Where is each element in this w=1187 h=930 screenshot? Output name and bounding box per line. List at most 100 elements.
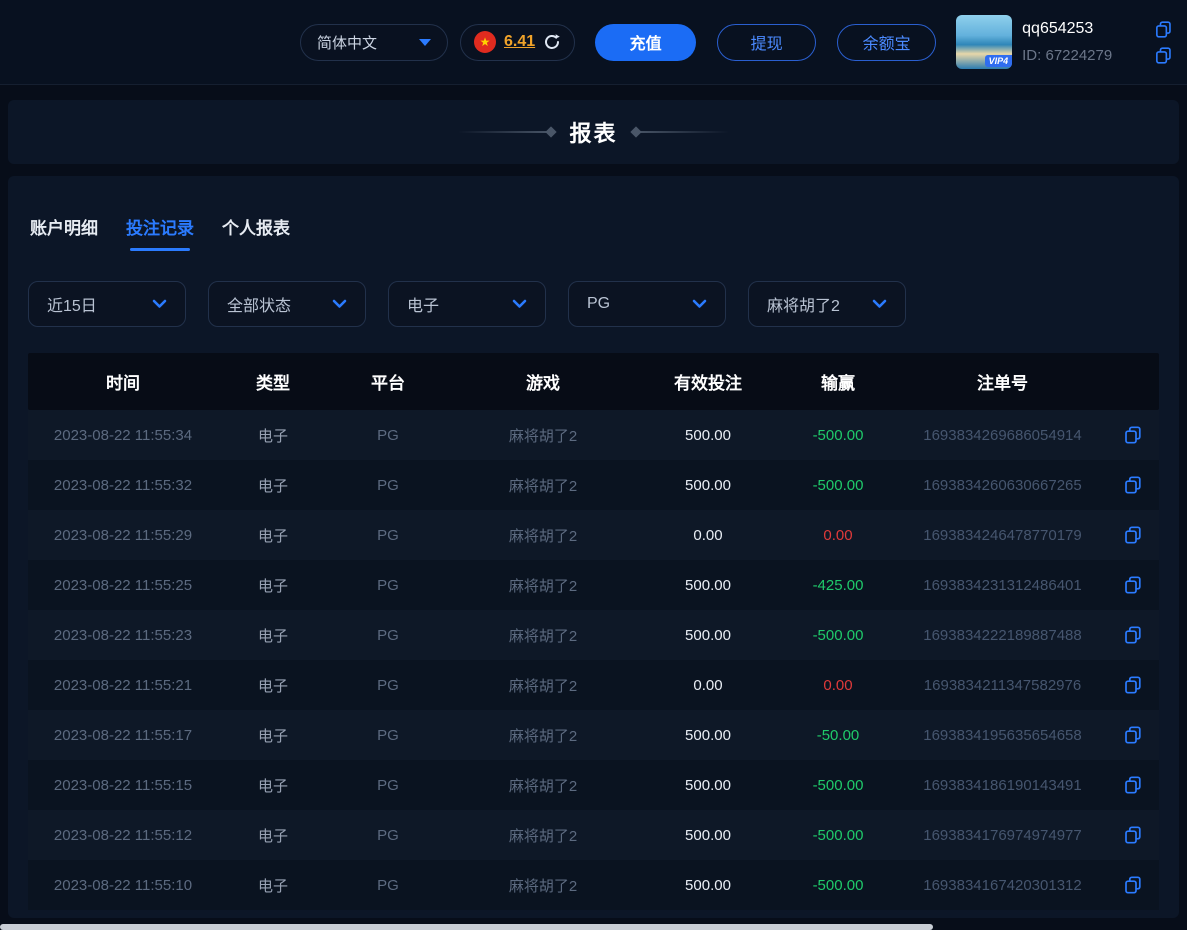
cell-type: 电子 [218, 825, 328, 846]
chevron-down-icon [512, 299, 527, 309]
copy-order-button[interactable] [1107, 475, 1159, 495]
table-row: 2023-08-22 11:55:21 电子 PG 麻将胡了2 0.00 0.0… [28, 660, 1159, 710]
copy-icon [1123, 625, 1143, 645]
tab-bet-records[interactable]: 投注记录 [126, 214, 194, 251]
cell-win-loss: -500.00 [778, 777, 898, 794]
cell-type: 电子 [218, 725, 328, 746]
copy-icon [1154, 20, 1173, 39]
exchange-rate-widget: ★ 6.41 [460, 24, 575, 61]
header-win-loss: 输赢 [778, 369, 898, 394]
table-row: 2023-08-22 11:55:29 电子 PG 麻将胡了2 0.00 0.0… [28, 510, 1159, 560]
language-selector[interactable]: 简体中文 [300, 24, 448, 61]
copy-icon [1123, 575, 1143, 595]
cell-win-loss: 0.00 [778, 677, 898, 694]
table-body: 2023-08-22 11:55:34 电子 PG 麻将胡了2 500.00 -… [28, 410, 1159, 910]
cell-type: 电子 [218, 425, 328, 446]
cell-game: 麻将胡了2 [448, 675, 638, 696]
cell-order-no: 1693834231312486401 [898, 577, 1107, 594]
filter-game[interactable]: 麻将胡了2 [748, 281, 906, 327]
copy-username-button[interactable] [1154, 20, 1173, 39]
copy-order-button[interactable] [1107, 625, 1159, 645]
filter-value: 近15日 [47, 292, 97, 316]
copy-order-button[interactable] [1107, 575, 1159, 595]
cell-game: 麻将胡了2 [448, 725, 638, 746]
china-flag-icon: ★ [474, 31, 496, 53]
cell-platform: PG [328, 727, 448, 744]
table-row: 2023-08-22 11:55:25 电子 PG 麻将胡了2 500.00 -… [28, 560, 1159, 610]
table-row: 2023-08-22 11:55:23 电子 PG 麻将胡了2 500.00 -… [28, 610, 1159, 660]
cell-time: 2023-08-22 11:55:12 [28, 827, 218, 844]
cell-time: 2023-08-22 11:55:29 [28, 527, 218, 544]
copy-icon [1123, 875, 1143, 895]
cell-valid-bet: 500.00 [638, 627, 778, 644]
cell-platform: PG [328, 477, 448, 494]
cell-game: 麻将胡了2 [448, 625, 638, 646]
header-platform: 平台 [328, 369, 448, 394]
filter-date-range[interactable]: 近15日 [28, 281, 186, 327]
yuebao-button[interactable]: 余额宝 [837, 24, 936, 61]
tab-personal-report[interactable]: 个人报表 [222, 214, 290, 251]
copy-icon [1123, 675, 1143, 695]
cell-order-no: 1693834195635654658 [898, 727, 1107, 744]
copy-order-button[interactable] [1107, 825, 1159, 845]
cell-platform: PG [328, 677, 448, 694]
username: qq654253 [1022, 20, 1093, 38]
page-title-panel: 报表 [8, 100, 1179, 164]
copy-icon [1123, 775, 1143, 795]
cell-win-loss: -500.00 [778, 877, 898, 894]
withdraw-button[interactable]: 提现 [717, 24, 816, 61]
tab-bar: 账户明细 投注记录 个人报表 [28, 214, 1159, 251]
table-header: 时间 类型 平台 游戏 有效投注 输赢 注单号 [28, 353, 1159, 410]
tab-account-details[interactable]: 账户明细 [30, 214, 98, 251]
cell-game: 麻将胡了2 [448, 875, 638, 896]
top-bar: 简体中文 ★ 6.41 充值 提现 余额宝 VIP4 qq654253 [0, 0, 1187, 85]
cell-order-no: 1693834269686054914 [898, 427, 1107, 444]
cell-game: 麻将胡了2 [448, 775, 638, 796]
cell-win-loss: 0.00 [778, 527, 898, 544]
copy-icon [1123, 525, 1143, 545]
cell-valid-bet: 500.00 [638, 577, 778, 594]
cell-platform: PG [328, 877, 448, 894]
table-row: 2023-08-22 11:55:17 电子 PG 麻将胡了2 500.00 -… [28, 710, 1159, 760]
cell-valid-bet: 500.00 [638, 877, 778, 894]
cell-game: 麻将胡了2 [448, 525, 638, 546]
cell-platform: PG [328, 627, 448, 644]
title-decoration-left [458, 131, 553, 133]
copy-order-button[interactable] [1107, 875, 1159, 895]
cell-win-loss: -500.00 [778, 627, 898, 644]
filter-game-type[interactable]: 电子 [388, 281, 546, 327]
bet-records-table: 时间 类型 平台 游戏 有效投注 输赢 注单号 2023-08-22 11:55… [28, 353, 1159, 910]
header-time: 时间 [28, 369, 218, 394]
cell-win-loss: -500.00 [778, 477, 898, 494]
deposit-button[interactable]: 充值 [595, 24, 696, 61]
cell-order-no: 1693834211347582976 [898, 677, 1107, 694]
cell-time: 2023-08-22 11:55:34 [28, 427, 218, 444]
cell-type: 电子 [218, 625, 328, 646]
cell-time: 2023-08-22 11:55:17 [28, 727, 218, 744]
chevron-down-icon [152, 299, 167, 309]
header-type: 类型 [218, 369, 328, 394]
cell-valid-bet: 0.00 [638, 677, 778, 694]
page-title: 报表 [569, 116, 617, 148]
user-id: ID: 67224279 [1022, 47, 1112, 64]
cell-win-loss: -500.00 [778, 427, 898, 444]
cell-time: 2023-08-22 11:55:10 [28, 877, 218, 894]
cell-win-loss: -50.00 [778, 727, 898, 744]
copy-user-id-button[interactable] [1154, 46, 1173, 65]
title-decoration-right [634, 131, 729, 133]
filter-status[interactable]: 全部状态 [208, 281, 366, 327]
refresh-rate-button[interactable] [543, 33, 561, 51]
avatar[interactable]: VIP4 [956, 15, 1012, 69]
copy-order-button[interactable] [1107, 525, 1159, 545]
cell-order-no: 1693834167420301312 [898, 877, 1107, 894]
copy-order-button[interactable] [1107, 725, 1159, 745]
cell-type: 电子 [218, 775, 328, 796]
copy-order-button[interactable] [1107, 425, 1159, 445]
cell-valid-bet: 500.00 [638, 477, 778, 494]
horizontal-scrollbar-thumb[interactable] [0, 924, 933, 930]
copy-order-button[interactable] [1107, 775, 1159, 795]
cell-platform: PG [328, 827, 448, 844]
copy-order-button[interactable] [1107, 675, 1159, 695]
filter-platform[interactable]: PG [568, 281, 726, 327]
cell-type: 电子 [218, 525, 328, 546]
